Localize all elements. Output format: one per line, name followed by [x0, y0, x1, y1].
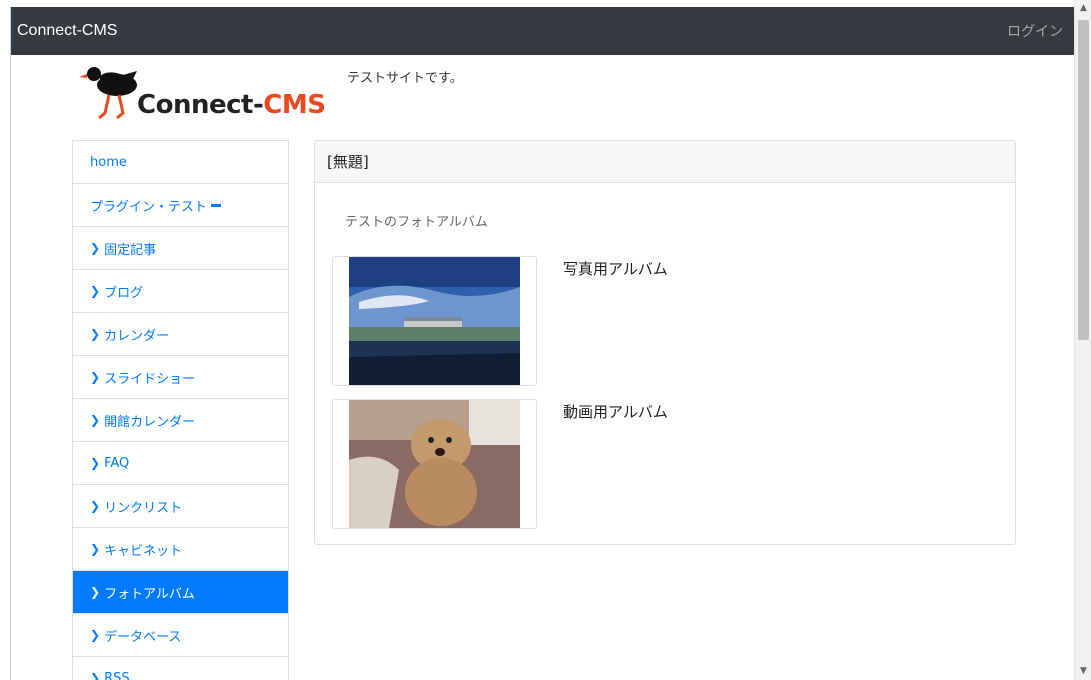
- chevron-right-icon: ❯: [90, 370, 101, 384]
- vertical-scrollbar[interactable]: ▲ ▼: [1074, 0, 1091, 680]
- top-navbar: Connect-CMS ログイン: [11, 7, 1074, 55]
- sidebar-item[interactable]: ❯ ブログ: [73, 270, 288, 313]
- sidebar-item-label: FAQ: [104, 455, 130, 471]
- scrollbar-thumb[interactable]: [1078, 20, 1089, 340]
- sidebar-item[interactable]: ❯ RSS: [73, 657, 288, 680]
- sidebar-item[interactable]: ❯ フォトアルバム: [73, 571, 288, 614]
- page-viewport: Connect-CMS ログイン Connect-CMS テストサイトです。 h…: [10, 7, 1074, 680]
- site-description: テストサイトです。: [347, 71, 463, 86]
- sidebar-item-label: RSS: [104, 670, 130, 680]
- album-name-photo[interactable]: 写真用アルバム: [563, 258, 668, 279]
- chevron-right-icon: ❯: [90, 413, 101, 427]
- scroll-down-arrow-icon[interactable]: ▼: [1075, 663, 1091, 680]
- chevron-right-icon: ❯: [90, 628, 101, 642]
- chevron-right-icon: ❯: [90, 327, 101, 341]
- browser-frame: Connect-CMS ログイン Connect-CMS テストサイトです。 h…: [0, 0, 1091, 680]
- sidebar-item[interactable]: ❯ 開館カレンダー: [73, 399, 288, 442]
- sidebar-item-label: 開館カレンダー: [104, 414, 196, 430]
- sidebar-item[interactable]: home: [73, 141, 288, 184]
- sidebar-item-label: スライドショー: [104, 371, 196, 387]
- sidebar-item[interactable]: ❯ 固定記事: [73, 227, 288, 270]
- chevron-right-icon: ❯: [90, 456, 101, 470]
- sidebar-item[interactable]: ❯ FAQ: [73, 442, 288, 485]
- login-link[interactable]: ログイン: [1007, 21, 1063, 41]
- chevron-right-icon: ❯: [90, 542, 101, 556]
- sidebar-item[interactable]: ❯ キャビネット: [73, 528, 288, 571]
- sidebar-item-label: 固定記事: [104, 242, 157, 258]
- scroll-up-arrow-icon[interactable]: ▲: [1075, 0, 1091, 17]
- chevron-right-icon: ❯: [90, 241, 101, 255]
- album-thumbnail-video[interactable]: [332, 399, 537, 529]
- sidebar-item[interactable]: ❯ スライドショー: [73, 356, 288, 399]
- site-logo-text[interactable]: Connect-CMS: [137, 90, 326, 120]
- chevron-right-icon: ❯: [90, 284, 101, 298]
- sidebar-item-label: ブログ: [104, 285, 144, 301]
- sidebar-item-label: カレンダー: [104, 328, 170, 344]
- sidebar-item[interactable]: ❯ カレンダー: [73, 313, 288, 356]
- chevron-right-icon: ❯: [90, 671, 101, 680]
- chevron-right-icon: ❯: [90, 585, 101, 599]
- sidebar-item-label: フォトアルバム: [104, 586, 195, 602]
- sidebar-item[interactable]: プラグイン・テスト: [73, 184, 288, 227]
- sidebar-item-label: データベース: [104, 629, 182, 645]
- album-name-video[interactable]: 動画用アルバム: [563, 401, 668, 422]
- window-edge: [0, 0, 10, 680]
- collapse-dash-icon: [211, 203, 222, 207]
- poodle-dog-photo-icon: [349, 400, 520, 528]
- sidebar-item[interactable]: ❯ データベース: [73, 614, 288, 657]
- photo-album-frame: [無題] テストのフォトアルバム 写真用アルバム 動画用アルバム: [314, 140, 1016, 545]
- frame-title: [無題]: [315, 141, 1015, 183]
- navbar-brand[interactable]: Connect-CMS: [17, 22, 117, 40]
- building-waterfront-photo-icon: [349, 257, 520, 385]
- album-thumbnail-photo[interactable]: [332, 256, 537, 386]
- sidebar-menu: home プラグイン・テスト ❯ 固定記事 ❯ ブログ ❯ カレンダー ❯ スライドショー ❯ 開館カ…: [72, 140, 289, 680]
- sidebar-item-label: キャビネット: [104, 543, 183, 559]
- album-description: テストのフォトアルバム: [345, 215, 488, 230]
- sidebar-item-label: プラグイン・テスト: [90, 199, 208, 215]
- chevron-right-icon: ❯: [90, 499, 101, 513]
- sidebar-item-label: リンクリスト: [104, 500, 183, 516]
- sidebar-item[interactable]: ❯ リンクリスト: [73, 485, 288, 528]
- sidebar-item-label: home: [90, 154, 127, 170]
